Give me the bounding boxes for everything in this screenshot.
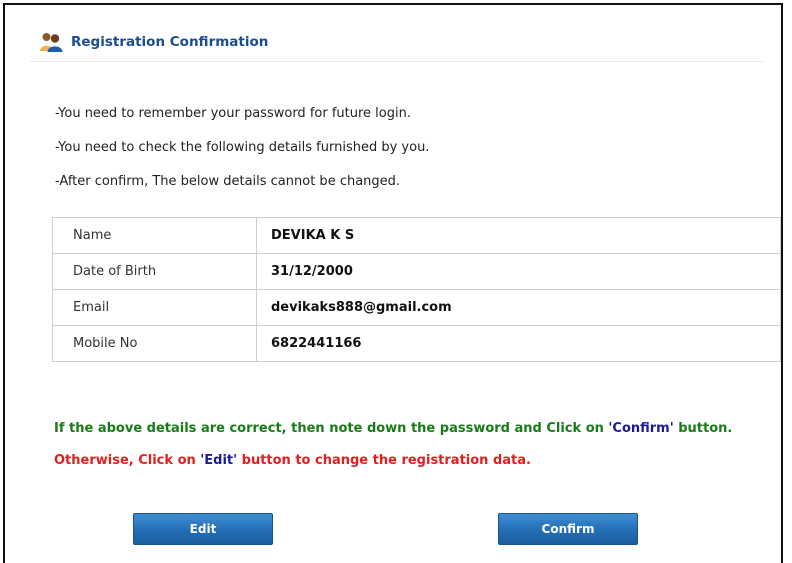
panel-header: Registration Confirmation <box>39 31 268 53</box>
note-cannot-change: -After confirm, The below details cannot… <box>55 174 401 189</box>
name-value: DEVIKA K S <box>256 217 781 254</box>
registration-confirmation-panel: Registration Confirmation -You need to r… <box>3 3 783 563</box>
users-icon <box>40 33 63 52</box>
name-label: Name <box>52 217 257 254</box>
instruction-notes: -You need to remember your password for … <box>55 105 429 207</box>
note-check-details: -You need to check the following details… <box>55 140 430 155</box>
note-password: -You need to remember your password for … <box>55 106 411 121</box>
email-label: Email <box>52 289 257 326</box>
confirm-instruction-suffix: button. <box>673 421 733 436</box>
table-row: Name DEVIKA K S <box>52 217 781 254</box>
edit-instruction-suffix: button to change the registration data. <box>237 453 531 468</box>
mobile-label: Mobile No <box>52 325 257 362</box>
edit-keyword: 'Edit' <box>200 453 238 468</box>
table-row: Email devikaks888@gmail.com <box>52 289 781 326</box>
dob-value: 31/12/2000 <box>256 253 781 290</box>
edit-instruction-prefix: Otherwise, Click on <box>54 453 201 468</box>
table-row: Mobile No 6822441166 <box>52 325 781 362</box>
confirm-instruction: If the above details are correct, then n… <box>54 421 732 436</box>
edit-button[interactable]: Edit <box>133 513 273 545</box>
details-table: Name DEVIKA K S Date of Birth 31/12/2000… <box>52 217 781 362</box>
confirm-instruction-prefix: If the above details are correct, then n… <box>54 421 609 436</box>
confirm-keyword: 'Confirm' <box>608 421 674 436</box>
confirm-button[interactable]: Confirm <box>498 513 638 545</box>
dob-label: Date of Birth <box>52 253 257 290</box>
table-row: Date of Birth 31/12/2000 <box>52 253 781 290</box>
email-value: devikaks888@gmail.com <box>256 289 781 326</box>
mobile-value: 6822441166 <box>256 325 781 362</box>
edit-instruction: Otherwise, Click on 'Edit' button to cha… <box>54 453 531 468</box>
header-divider <box>31 61 763 62</box>
page-title: Registration Confirmation <box>71 34 269 50</box>
